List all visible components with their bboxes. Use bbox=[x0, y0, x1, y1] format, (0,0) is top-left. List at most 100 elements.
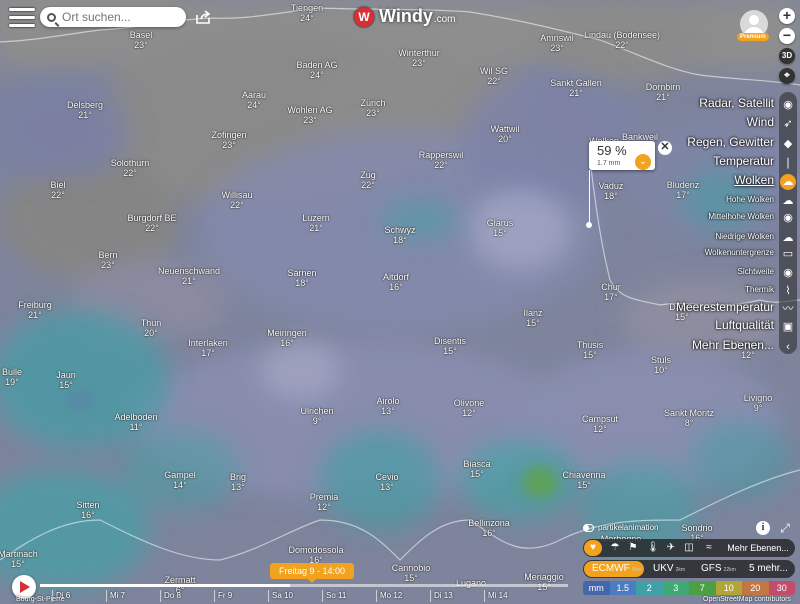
layer-item[interactable]: Wind bbox=[747, 115, 774, 129]
heart-icon[interactable]: ♥ bbox=[584, 540, 602, 556]
city-label[interactable]: Cevio 13° bbox=[375, 472, 398, 492]
city-label[interactable]: Winterthur 23° bbox=[398, 48, 440, 68]
wave-icon[interactable]: ≈ bbox=[701, 540, 717, 556]
timeline-day[interactable]: Mi 7 bbox=[106, 590, 158, 602]
city-label[interactable]: Disentis 15° bbox=[434, 336, 466, 356]
layer-item[interactable]: Luftqualität bbox=[715, 318, 774, 332]
city-label[interactable]: Bulle 19° bbox=[2, 367, 22, 387]
cloud-icon[interactable]: ☁ bbox=[780, 174, 796, 190]
city-label[interactable]: Thun 20° bbox=[141, 318, 162, 338]
city-label[interactable]: Freiburg 21° bbox=[18, 300, 52, 320]
city-label[interactable]: Airolo 13° bbox=[376, 396, 399, 416]
layer-item[interactable]: Temperatur bbox=[713, 154, 774, 168]
city-label[interactable]: Livigno 9° bbox=[744, 393, 773, 413]
city-label[interactable]: Aarau 24° bbox=[242, 90, 266, 110]
city-label[interactable]: Gampel 14° bbox=[164, 470, 196, 490]
model-gfs[interactable]: GFS 22km bbox=[701, 561, 736, 577]
cloud-base-icon[interactable]: ▭ bbox=[780, 246, 796, 262]
rain-drop-icon[interactable]: ◆ bbox=[780, 136, 796, 152]
current-time-badge[interactable]: Freitag 9 - 14:00 bbox=[270, 563, 354, 583]
city-label[interactable]: Cannobio 15° bbox=[392, 563, 431, 583]
more-layers-button[interactable]: Mehr Ebenen... bbox=[723, 540, 793, 556]
city-label[interactable]: Jaun 15° bbox=[56, 370, 76, 390]
city-label[interactable]: Bludenz 17° bbox=[667, 180, 700, 200]
chevron-down-icon[interactable]: ⌄ bbox=[635, 154, 651, 170]
pressure-icon[interactable]: ◫ bbox=[681, 540, 697, 556]
info-icon[interactable]: i bbox=[756, 521, 770, 535]
city-label[interactable]: Chur 17° bbox=[601, 282, 621, 302]
model-ukv[interactable]: UKV 2km bbox=[653, 561, 685, 577]
layer-item[interactable]: Sichtweite bbox=[738, 267, 774, 276]
city-label[interactable]: Stuls 10° bbox=[651, 355, 671, 375]
layer-item[interactable]: Radar, Satellit bbox=[699, 96, 774, 110]
city-label[interactable]: Sankt Moritz 8° bbox=[664, 408, 714, 428]
city-label[interactable]: Burgdorf BE 22° bbox=[127, 213, 176, 233]
chevron-left-icon[interactable]: ‹ bbox=[780, 339, 796, 355]
visibility-icon[interactable]: ◉ bbox=[780, 265, 796, 281]
city-label[interactable]: Sarnen 18° bbox=[287, 268, 316, 288]
city-label[interactable]: Tiengen 24° bbox=[291, 3, 323, 23]
rain-icon[interactable]: ☂ bbox=[607, 540, 623, 556]
search-input[interactable] bbox=[60, 9, 174, 25]
particle-toggle[interactable] bbox=[583, 523, 594, 532]
pin-dot[interactable] bbox=[586, 222, 592, 228]
zoom-in-button[interactable]: + bbox=[779, 8, 795, 24]
city-label[interactable]: Interlaken 17° bbox=[188, 338, 228, 358]
low-cloud-icon[interactable]: ☁ bbox=[780, 230, 796, 246]
city-label[interactable]: Meiringen 16° bbox=[267, 328, 307, 348]
wind-icon[interactable]: ➶ bbox=[780, 116, 796, 132]
timeline-day[interactable]: Do 8 bbox=[160, 590, 212, 602]
city-label[interactable]: Olivone 12° bbox=[454, 398, 485, 418]
timeline-day[interactable]: Fr 9 bbox=[214, 590, 266, 602]
timeline-day[interactable]: So 11 bbox=[322, 590, 374, 602]
forecast-popup[interactable]: 59 % 1.7 mm ⌄ bbox=[589, 141, 655, 170]
plane-icon[interactable]: ✈ bbox=[663, 540, 679, 556]
city-label[interactable]: Zug 22° bbox=[360, 170, 376, 190]
city-label[interactable]: Campsut 12° bbox=[582, 414, 618, 434]
layer-item[interactable]: Meerestemperatur bbox=[676, 300, 774, 314]
layer-item[interactable]: Mehr Ebenen... bbox=[692, 338, 774, 352]
city-label[interactable]: Sitten 16° bbox=[76, 500, 99, 520]
city-label[interactable]: Glarus 15° bbox=[487, 218, 514, 238]
city-label[interactable]: Luzern 21° bbox=[302, 213, 330, 233]
city-label[interactable]: Basel 23° bbox=[130, 30, 153, 50]
premium-badge[interactable]: Premium bbox=[737, 33, 769, 41]
city-label[interactable]: Solothurn 22° bbox=[111, 158, 150, 178]
thermal-icon[interactable]: ⌇ bbox=[780, 283, 796, 299]
air-quality-icon[interactable]: ▣ bbox=[780, 319, 796, 335]
layer-item[interactable]: Hohe Wolken bbox=[726, 195, 774, 204]
timeline-day[interactable]: Sa 10 bbox=[268, 590, 320, 602]
city-label[interactable]: Zofingen 23° bbox=[211, 130, 246, 150]
3d-mode-button[interactable]: 3D bbox=[779, 48, 795, 64]
layer-item[interactable]: Thermik bbox=[745, 285, 774, 294]
city-label[interactable]: Neuenschwand 21° bbox=[158, 266, 220, 286]
city-label[interactable]: Sankt Gallen 21° bbox=[550, 78, 602, 98]
city-label[interactable]: Altdorf 16° bbox=[383, 272, 409, 292]
city-label[interactable]: Dornbirn 21° bbox=[646, 82, 681, 102]
city-label[interactable]: Adelboden 11° bbox=[114, 412, 157, 432]
city-label[interactable]: Amriswil 23° bbox=[540, 33, 574, 53]
city-label[interactable]: Bellinzona 16° bbox=[468, 518, 510, 538]
attribution[interactable]: OpenStreetMap contributors bbox=[703, 596, 791, 603]
city-label[interactable]: Zürich 23° bbox=[360, 98, 385, 118]
flag-icon[interactable]: ⚑ bbox=[625, 540, 641, 556]
thermometer-icon[interactable]: ❘ bbox=[780, 155, 796, 171]
city-label[interactable]: Willisau 22° bbox=[221, 190, 252, 210]
layer-item[interactable]: Wolkenuntergrenze bbox=[705, 248, 774, 257]
search-box[interactable] bbox=[40, 7, 186, 27]
city-label[interactable]: Menaggio 15° bbox=[524, 572, 564, 592]
high-cloud-icon[interactable]: ☁ bbox=[780, 193, 796, 209]
model-ecmwf[interactable]: ECMWF 9km bbox=[584, 561, 644, 577]
close-icon[interactable]: ✕ bbox=[658, 141, 672, 155]
layer-item[interactable]: Niedrige Wolken bbox=[715, 232, 774, 241]
sea-temp-icon[interactable]: 〰 bbox=[780, 301, 796, 317]
city-label[interactable]: Martinach 15° bbox=[0, 549, 38, 569]
city-label[interactable]: Biasca 15° bbox=[463, 459, 490, 479]
city-label[interactable]: Premia 12° bbox=[310, 492, 339, 512]
city-label[interactable]: Wil SG 22° bbox=[480, 66, 508, 86]
city-label[interactable]: Brig 13° bbox=[230, 472, 246, 492]
city-label[interactable]: Baden AG 24° bbox=[296, 60, 337, 80]
city-label[interactable]: Rapperswil 22° bbox=[419, 150, 464, 170]
city-label[interactable]: Schwyz 18° bbox=[384, 225, 415, 245]
city-label[interactable]: Bern 23° bbox=[98, 250, 117, 270]
